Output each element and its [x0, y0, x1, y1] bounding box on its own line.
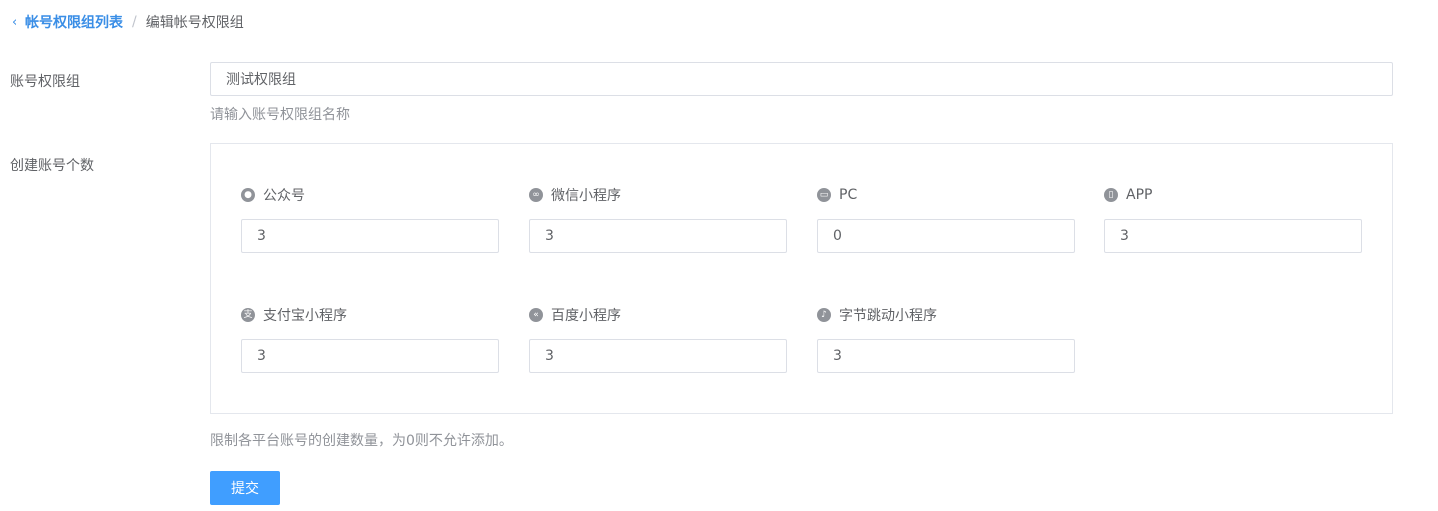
platform-wechat-mini: ∞ 微信小程序 [529, 185, 787, 253]
platform-wechat: ● 公众号 [241, 185, 499, 253]
platform-label: PC [839, 187, 858, 203]
platform-label: 公众号 [263, 188, 305, 204]
wechat-mini-count-input[interactable] [529, 219, 787, 253]
platform-app: ▯ APP [1104, 185, 1362, 253]
pc-icon: ▭ [817, 188, 831, 202]
baidu-count-input[interactable] [529, 339, 787, 373]
platform-count-panel: ● 公众号 ∞ 微信小程序 ▭ PC ▯ APP 支 支付宝小程序 [210, 143, 1393, 414]
phone-icon: ▯ [1104, 188, 1118, 202]
submit-button[interactable]: 提交 [210, 471, 280, 505]
group-name-label: 账号权限组 [10, 74, 80, 90]
bytedance-icon: ♪ [817, 308, 831, 322]
pc-count-input[interactable] [817, 219, 1075, 253]
bytedance-count-input[interactable] [817, 339, 1075, 373]
baidu-icon: « [529, 308, 543, 322]
alipay-count-input[interactable] [241, 339, 499, 373]
platform-label: 支付宝小程序 [263, 308, 347, 324]
mini-program-icon: ∞ [529, 188, 543, 202]
platform-pc: ▭ PC [817, 185, 1075, 253]
platform-label: 微信小程序 [551, 188, 621, 204]
breadcrumb-current: 编辑帐号权限组 [145, 15, 244, 31]
platform-label: 字节跳动小程序 [839, 308, 937, 324]
platform-label: 百度小程序 [551, 308, 621, 324]
group-name-hint: 请输入账号权限组名称 [210, 107, 350, 123]
platform-baidu: « 百度小程序 [529, 305, 787, 373]
breadcrumb-parent-label: 帐号权限组列表 [25, 15, 123, 31]
alipay-icon: 支 [241, 308, 255, 322]
platform-label: APP [1126, 187, 1153, 203]
app-count-input[interactable] [1104, 219, 1362, 253]
breadcrumb-separator: / [132, 14, 137, 30]
breadcrumb-parent-link[interactable]: ‹ 帐号权限组列表 [12, 12, 123, 32]
account-count-label: 创建账号个数 [10, 158, 94, 174]
platform-alipay: 支 支付宝小程序 [241, 305, 499, 373]
platform-bytedance: ♪ 字节跳动小程序 [817, 305, 1075, 373]
breadcrumb: ‹ 帐号权限组列表 / 编辑帐号权限组 [12, 13, 244, 31]
wechat-icon: ● [241, 188, 255, 202]
chevron-left-icon: ‹ [12, 14, 18, 30]
wechat-count-input[interactable] [241, 219, 499, 253]
group-name-input[interactable] [210, 62, 1393, 96]
account-count-hint: 限制各平台账号的创建数量，为0则不允许添加。 [210, 433, 513, 449]
